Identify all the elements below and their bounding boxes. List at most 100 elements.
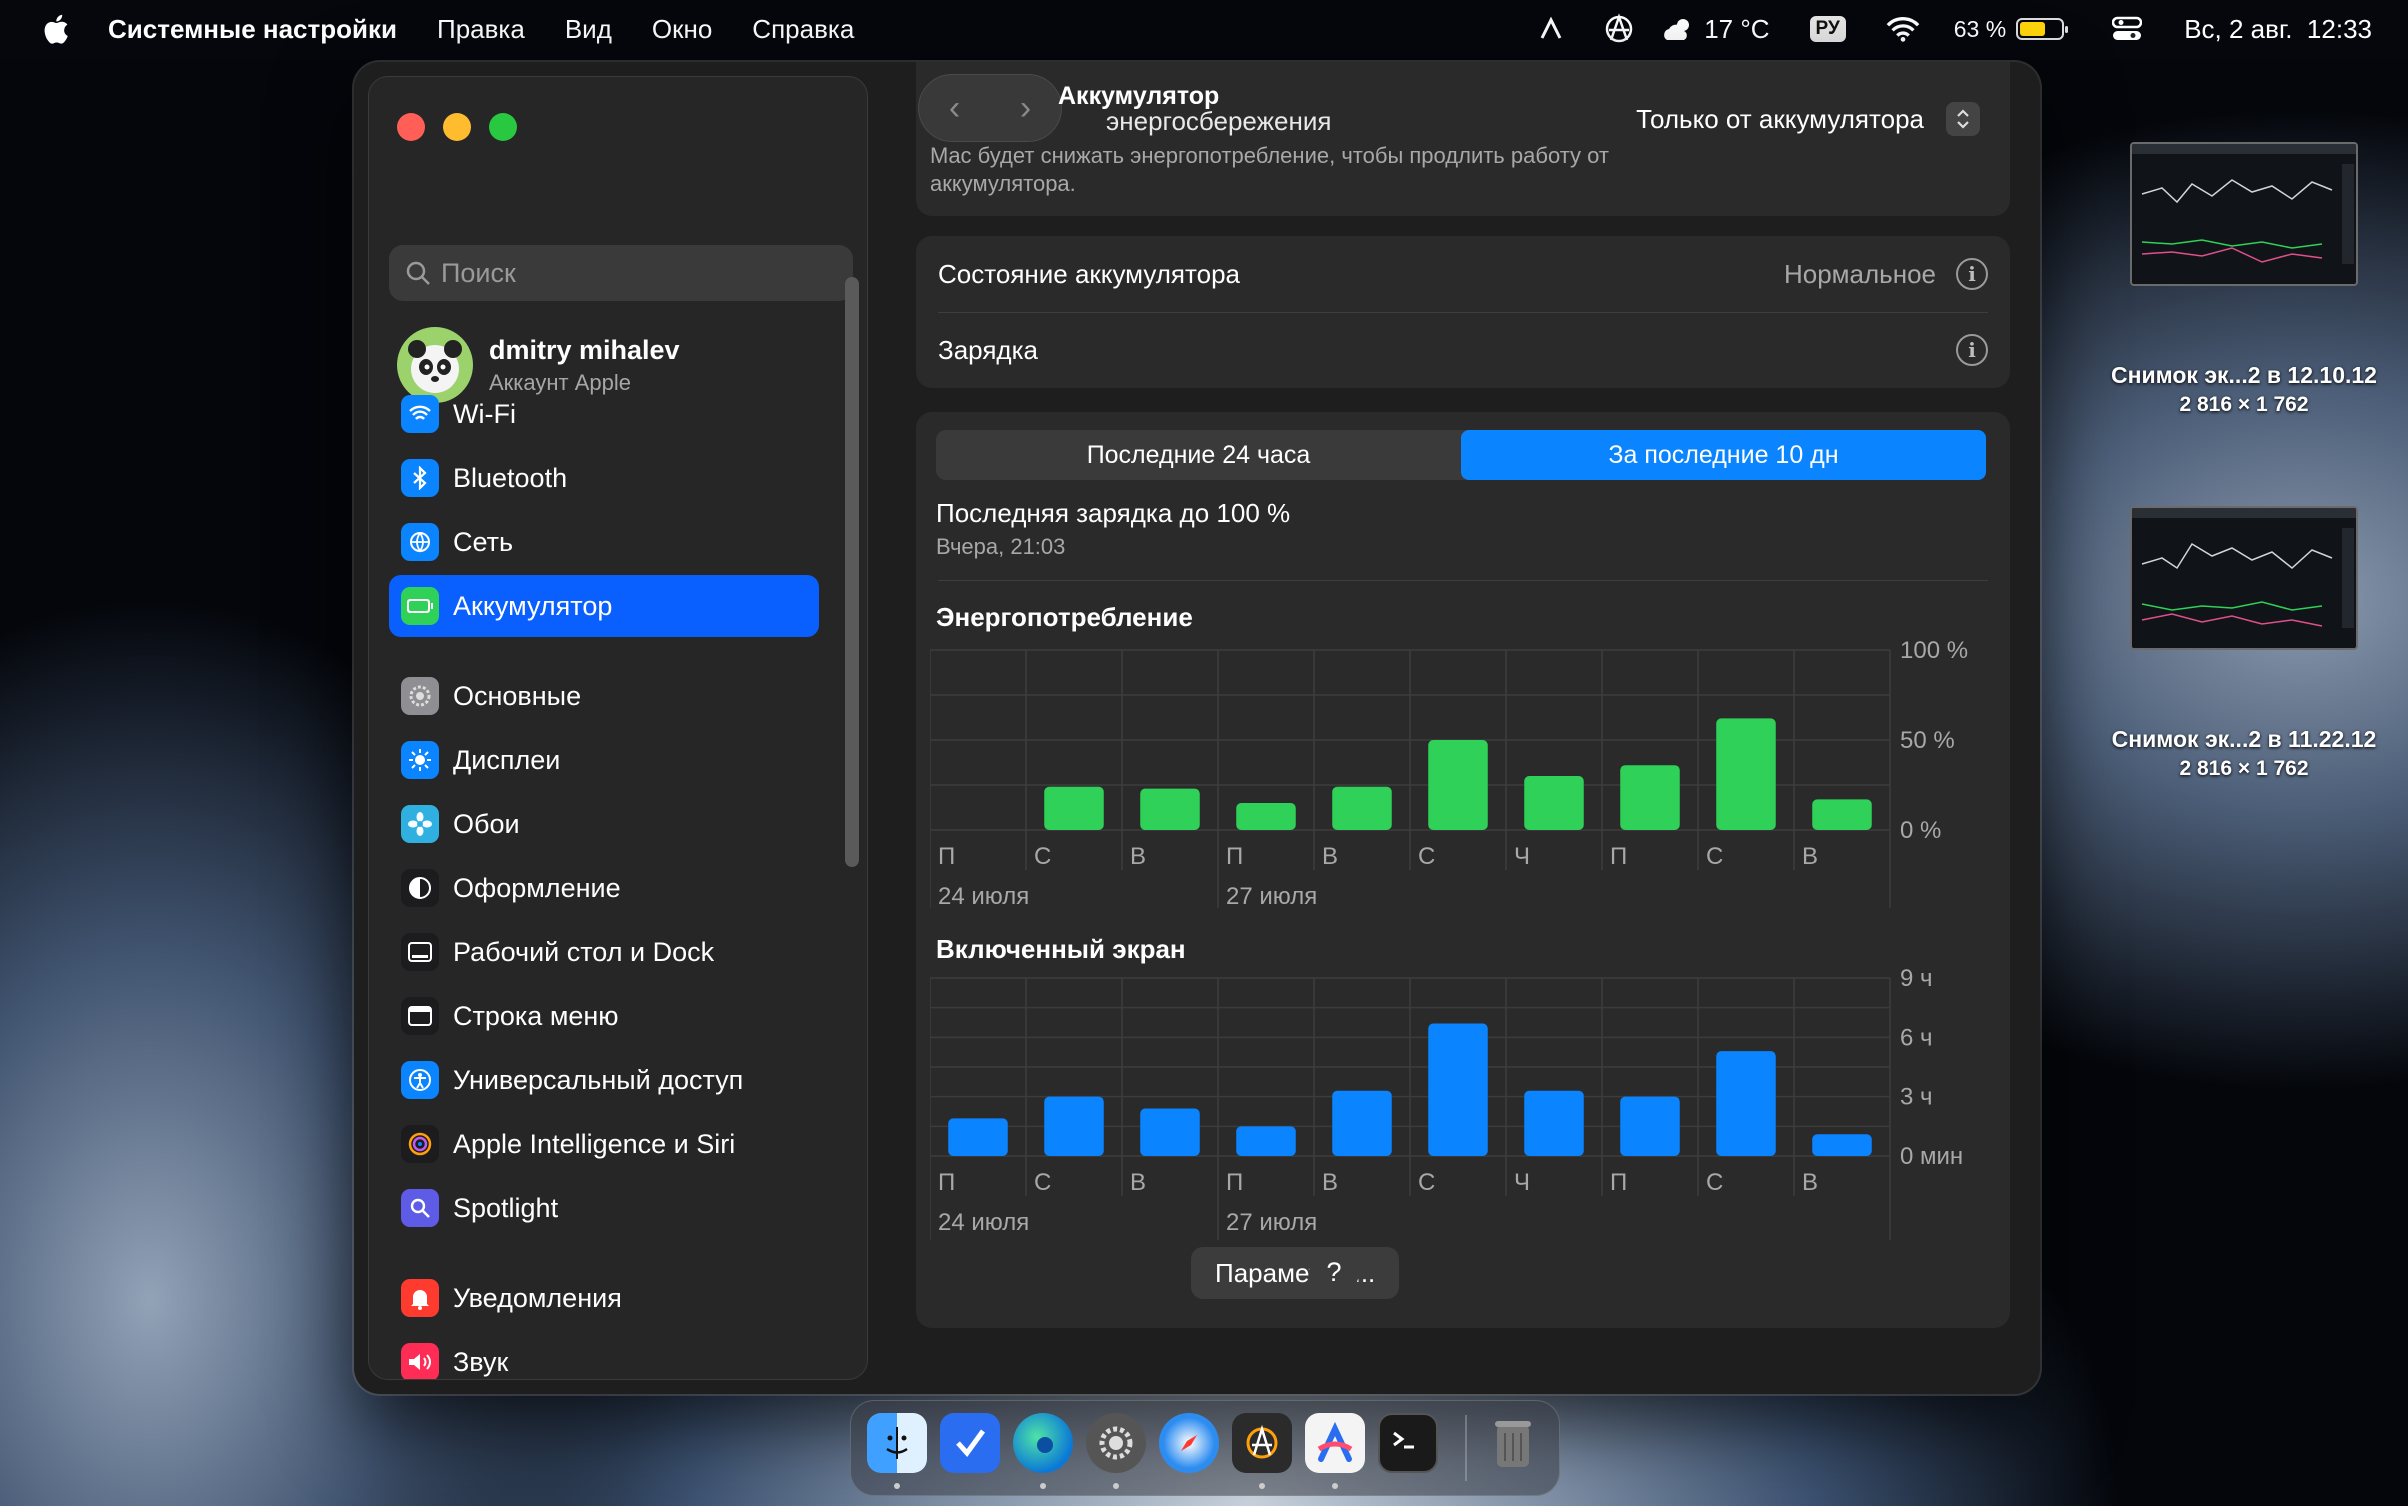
desktop-file-dims: 2 816 × 1 762 bbox=[2179, 757, 2309, 780]
y-tick-label: 0 мин bbox=[1900, 1143, 1963, 1170]
sidebar-item-gear[interactable]: Основные bbox=[389, 665, 819, 727]
gear-icon bbox=[401, 677, 439, 715]
chart-bar bbox=[1044, 786, 1104, 830]
sidebar-item-bluetooth[interactable]: Bluetooth bbox=[389, 447, 819, 509]
chart-bar bbox=[1524, 776, 1584, 830]
terminal-icon[interactable] bbox=[1378, 1413, 1438, 1473]
desktop-file-1[interactable]: Снимок эк...2 в 12.10.12 2 816 × 1 762 bbox=[2094, 142, 2394, 417]
usage-history-group: Последние 24 часа За последние 10 дн Пос… bbox=[916, 412, 2010, 1328]
battery-health-value: Нормальное bbox=[1783, 258, 1936, 289]
flower-icon bbox=[401, 805, 439, 843]
chart-bar bbox=[1332, 786, 1392, 830]
menu-app-name[interactable]: Системные настройки bbox=[108, 14, 397, 45]
low-power-mode-select[interactable]: Только от аккумулятора bbox=[1636, 102, 1980, 136]
sidebar-item-menubar[interactable]: Строка меню bbox=[389, 985, 819, 1047]
chart-bar bbox=[1140, 788, 1200, 830]
sidebar-item-battery[interactable]: Аккумулятор bbox=[389, 575, 819, 637]
chart-bar bbox=[1332, 1090, 1392, 1156]
sidebar-item-appearance[interactable]: Оформление bbox=[389, 857, 819, 919]
sidebar-item-flower[interactable]: Обои bbox=[389, 793, 819, 855]
options-button[interactable]: Параметры... bbox=[1191, 1247, 1400, 1299]
arc-icon[interactable] bbox=[1305, 1413, 1365, 1473]
sidebar-item-sun[interactable]: Дисплеи bbox=[389, 729, 819, 791]
bell-icon bbox=[401, 1279, 439, 1317]
desktop-file-name: Снимок эк...2 в 12.10.12 bbox=[2111, 362, 2377, 388]
safari-icon[interactable] bbox=[1159, 1413, 1219, 1473]
search-field[interactable]: Поиск bbox=[389, 245, 853, 301]
keyboard-layout-badge[interactable]: РУ bbox=[1809, 16, 1846, 42]
menu-view[interactable]: Вид bbox=[565, 14, 612, 45]
arc-status-icon[interactable] bbox=[1534, 12, 1568, 46]
desktop-file-2[interactable]: Снимок эк...2 в 11.22.12 2 816 × 1 762 bbox=[2094, 506, 2394, 781]
spotlight-icon bbox=[401, 1189, 439, 1227]
tab-last-10-days[interactable]: За последние 10 дн bbox=[1461, 430, 1986, 480]
sidebar-item-label: Bluetooth bbox=[453, 462, 568, 493]
close-button[interactable] bbox=[397, 113, 425, 141]
chart-bar bbox=[1044, 1096, 1104, 1156]
wifi-status-icon[interactable] bbox=[1886, 12, 1920, 46]
last-charge-text: Последняя зарядка до 100 % bbox=[936, 498, 1291, 528]
sun-icon bbox=[401, 741, 439, 779]
menu-help[interactable]: Справка bbox=[752, 14, 854, 45]
chart-bar bbox=[1236, 803, 1296, 830]
menubar-clock[interactable]: Вс, 2 авг. 12:33 bbox=[2184, 14, 2372, 45]
x-tick-label: С bbox=[1034, 843, 1051, 870]
sidebar-item-bell[interactable]: Уведомления bbox=[389, 1267, 819, 1329]
energy-usage-chart: П С В П В С Ч П С В 24 июля 27 июля 100 % 50 % 0 % bbox=[930, 638, 1968, 908]
tab-last-24-hours[interactable]: Последние 24 часа bbox=[936, 430, 1461, 480]
info-icon[interactable]: i bbox=[1956, 258, 1988, 290]
sidebar-item-dock[interactable]: Рабочий стол и Dock bbox=[389, 921, 819, 983]
x-tick-label: В bbox=[1322, 843, 1338, 870]
charging-row[interactable]: Зарядка i bbox=[916, 312, 2010, 388]
anarchy-status-icon[interactable] bbox=[1602, 12, 1636, 46]
sidebar-item-spotlight[interactable]: Spotlight bbox=[389, 1177, 819, 1239]
zoom-button[interactable] bbox=[489, 113, 517, 141]
info-icon[interactable]: i bbox=[1956, 334, 1988, 366]
tasks-icon[interactable] bbox=[940, 1413, 1000, 1473]
last-charge-time: Вчера, 21:03 bbox=[936, 534, 1066, 559]
date-label: 27 июля bbox=[1226, 1209, 1317, 1236]
edge-icon[interactable] bbox=[1013, 1413, 1073, 1473]
menu-window[interactable]: Окно bbox=[652, 14, 712, 45]
forward-button[interactable]: › bbox=[1020, 89, 1031, 128]
trash-icon[interactable] bbox=[1483, 1413, 1543, 1473]
weather-temp[interactable]: 17 °C bbox=[1704, 14, 1769, 45]
battery-percent[interactable]: 63 % bbox=[1954, 16, 2006, 43]
sidebar-item-siri[interactable]: Apple Intelligence и Siri bbox=[389, 1113, 819, 1175]
control-center-icon[interactable] bbox=[2110, 12, 2144, 46]
weather-icon[interactable] bbox=[1660, 12, 1700, 46]
chart-bar bbox=[1812, 1134, 1872, 1156]
x-tick-label: П bbox=[1226, 1169, 1243, 1196]
y-tick-label: 9 ч bbox=[1900, 966, 1933, 992]
settings-icon[interactable] bbox=[1086, 1413, 1146, 1473]
sidebar-item-globe[interactable]: Сеть bbox=[389, 511, 819, 573]
sidebar-item-wifi[interactable]: Wi-Fi bbox=[389, 383, 819, 445]
chart-bar bbox=[948, 1118, 1008, 1156]
sidebar-scrollbar[interactable] bbox=[845, 277, 859, 867]
menu-edit[interactable]: Правка bbox=[437, 14, 525, 45]
compass-app-icon[interactable] bbox=[1232, 1413, 1292, 1473]
dock-separator bbox=[1465, 1415, 1467, 1481]
back-button[interactable]: ‹ bbox=[949, 89, 960, 128]
x-tick-label: В bbox=[1802, 1169, 1818, 1196]
x-tick-label: С bbox=[1706, 843, 1723, 870]
x-tick-label: С bbox=[1034, 1169, 1051, 1196]
finder-icon[interactable] bbox=[867, 1413, 927, 1473]
siri-icon bbox=[401, 1125, 439, 1163]
x-tick-label: П bbox=[1610, 1169, 1627, 1196]
window-title: Аккумулятор bbox=[1058, 82, 1220, 110]
account-name: dmitry mihalev bbox=[489, 334, 680, 365]
chart-bar bbox=[1620, 1096, 1680, 1156]
minimize-button[interactable] bbox=[443, 113, 471, 141]
running-indicator bbox=[1259, 1483, 1265, 1489]
sidebar-item-speaker[interactable]: Звук bbox=[389, 1331, 819, 1379]
battery-health-row[interactable]: Состояние аккумулятора Нормальное i bbox=[916, 236, 2010, 312]
back-forward-nav: ‹ › bbox=[918, 74, 1062, 142]
sidebar-item-accessibility[interactable]: Универсальный доступ bbox=[389, 1049, 819, 1111]
apple-menu-icon[interactable] bbox=[40, 12, 70, 46]
battery-status-icon[interactable] bbox=[2016, 18, 2069, 40]
chart-bar bbox=[1620, 765, 1680, 830]
y-tick-label: 0 % bbox=[1900, 817, 1941, 844]
sidebar-item-label: Строка меню bbox=[453, 1000, 619, 1031]
help-button[interactable]: ? bbox=[1309, 1247, 1359, 1297]
